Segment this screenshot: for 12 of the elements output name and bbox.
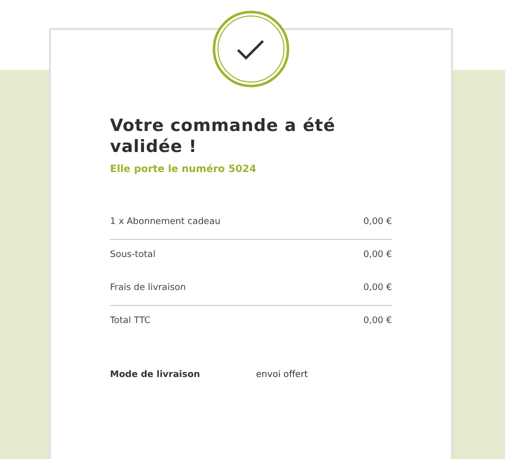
- line-label: Frais de livraison: [110, 282, 186, 295]
- line-amount: 0,00 €: [363, 315, 392, 328]
- line-label: Sous-total: [110, 249, 156, 262]
- line-amount: 0,00 €: [363, 282, 392, 295]
- line-label: Total TTC: [110, 315, 150, 328]
- order-number-text: Elle porte le numéro 5024: [110, 162, 258, 176]
- line-amount: 0,00 €: [363, 249, 392, 262]
- confirmation-title: Votre commande a été validée !: [110, 116, 336, 158]
- line-label: 1 x Abonnement cadeau: [110, 216, 220, 229]
- delivery-label: Mode de livraison: [110, 368, 202, 382]
- line-amount: 0,00 €: [363, 216, 392, 229]
- delivery-value: envoi offert: [256, 368, 308, 382]
